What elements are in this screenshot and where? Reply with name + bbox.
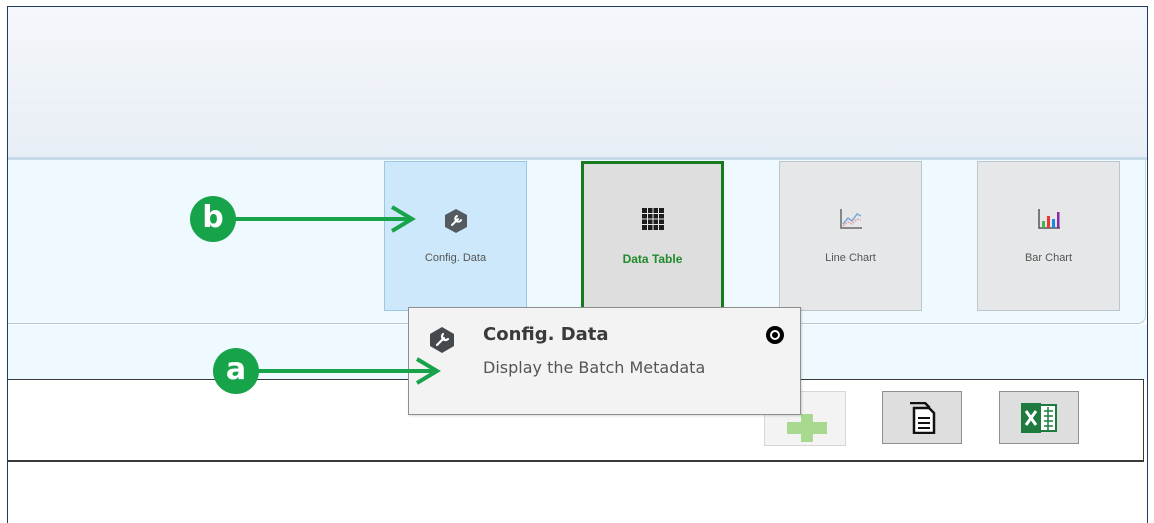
line-chart-button[interactable]: Line Chart [779, 161, 922, 311]
ribbon-panel [8, 160, 1146, 324]
bar-chart-icon [1037, 208, 1061, 234]
header-band [8, 7, 1147, 160]
line-chart-label: Line Chart [825, 252, 876, 264]
pin-circle-icon[interactable] [766, 326, 784, 344]
copy-button[interactable] [882, 391, 962, 444]
copy-document-icon [905, 401, 939, 438]
data-table-button[interactable]: Data Table [581, 161, 724, 311]
grid-table-icon [641, 208, 664, 234]
data-table-label: Data Table [622, 252, 683, 266]
tooltip-description: Display the Batch Metadata [483, 358, 706, 377]
config-data-tooltip: Config. Data Display the Batch Metadata [408, 307, 801, 415]
hexagon-wrench-icon [444, 208, 468, 238]
annotation-b-badge: b [190, 196, 236, 242]
tooltip-title: Config. Data [483, 324, 609, 345]
bar-chart-label: Bar Chart [1024, 252, 1073, 264]
bar-chart-button[interactable]: Bar Chart [977, 161, 1120, 311]
export-excel-button[interactable] [999, 391, 1079, 444]
annotation-a-badge: a [213, 348, 259, 394]
line-chart-icon [839, 208, 863, 234]
config-data-label: Config. Data [424, 252, 487, 264]
excel-icon [1020, 402, 1058, 438]
